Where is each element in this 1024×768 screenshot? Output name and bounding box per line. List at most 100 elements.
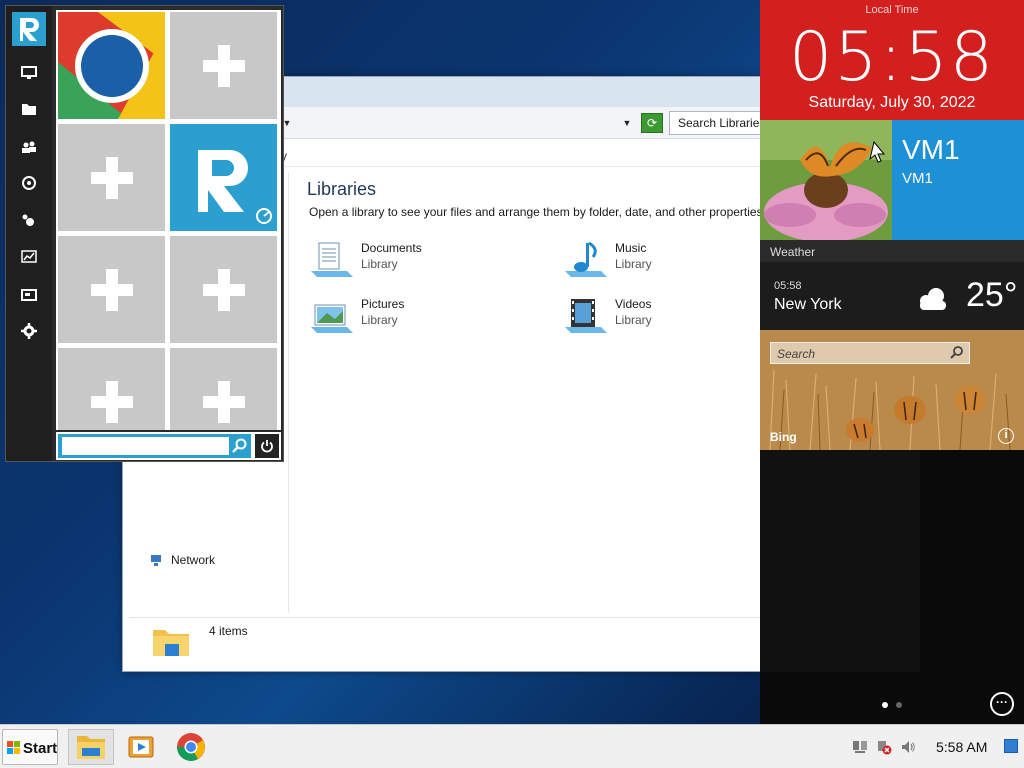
library-type: Library (361, 257, 398, 271)
weather-tile[interactable]: Weather 05:58 New York 25° (760, 240, 1024, 330)
clock-label: Local Time (865, 4, 919, 16)
app-logo-icon[interactable] (12, 12, 46, 46)
page-subtitle: Open a library to see your files and arr… (309, 205, 766, 219)
start-search-box (58, 434, 251, 458)
status-bar: 4 items (129, 617, 761, 665)
add-tile[interactable] (58, 236, 165, 343)
file-explorer-icon (77, 736, 105, 759)
weather-label: Weather (770, 245, 816, 259)
add-tile[interactable] (170, 12, 277, 119)
weather-temperature: 25° (966, 276, 1018, 314)
bing-search-placeholder: Search (777, 347, 816, 361)
performance-chart-icon[interactable] (19, 248, 39, 266)
show-desktop-button[interactable] (1004, 739, 1018, 753)
explorer-search-input[interactable]: Search Libraries (669, 111, 769, 135)
clock-time: 05:58 (789, 18, 995, 97)
bing-label: Bing (770, 430, 797, 444)
library-type: Library (615, 257, 652, 271)
settings-gear-icon[interactable] (19, 212, 39, 230)
users-icon[interactable] (19, 138, 39, 156)
chrome-icon (177, 733, 205, 761)
vm-tile[interactable]: VM1 VM1 (892, 120, 1024, 240)
system-tray: 5:58 AM (846, 725, 1024, 768)
library-music[interactable]: Music Library (563, 237, 783, 281)
clock-date: Saturday, July 30, 2022 (808, 94, 976, 111)
add-tile[interactable] (170, 236, 277, 343)
search-icon[interactable] (949, 345, 965, 361)
plus-icon (202, 268, 245, 311)
start-label: Start (23, 740, 58, 757)
libraries-folder-icon (153, 630, 189, 656)
chrome-tile[interactable] (58, 12, 165, 119)
page-dot-active[interactable] (882, 702, 888, 708)
start-menu (5, 5, 284, 462)
network-status-icon[interactable] (852, 739, 868, 755)
more-options-button[interactable]: ··· (990, 692, 1014, 716)
power-icon (261, 440, 273, 453)
vm-subtitle: VM1 (902, 170, 933, 187)
refresh-button[interactable]: ⟳ (641, 113, 663, 133)
settings-icon[interactable] (19, 322, 39, 340)
vm-title: VM1 (902, 134, 960, 165)
bing-search-input[interactable]: Search (770, 342, 970, 364)
bing-search-tile[interactable]: Search Bing i (760, 330, 1024, 450)
volume-icon[interactable] (900, 739, 916, 755)
taskbar-file-explorer[interactable] (68, 729, 114, 765)
add-tile[interactable] (58, 348, 165, 430)
library-type: Library (361, 313, 398, 327)
start-menu-tiles (56, 10, 281, 430)
app-logo-icon (198, 150, 272, 224)
app-tile[interactable] (170, 124, 277, 231)
windows-flag-icon (7, 741, 20, 754)
library-videos[interactable]: Videos Library (563, 293, 783, 337)
power-button[interactable] (255, 434, 279, 458)
page-dot[interactable] (896, 702, 902, 708)
weather-time: 05:58 (774, 280, 802, 292)
clock-tile[interactable]: Local Time 05:58 Saturday, July 30, 2022 (760, 0, 1024, 120)
plus-icon (90, 156, 133, 199)
butterfly-flower-image (760, 120, 892, 240)
page-title: Libraries (307, 179, 377, 199)
taskbar-clock[interactable]: 5:58 AM (936, 739, 987, 755)
network-error-icon[interactable] (876, 739, 892, 755)
history-dropdown-icon[interactable]: ▼ (619, 113, 635, 133)
plus-icon (202, 44, 245, 87)
pictures-library-icon (311, 304, 353, 333)
library-name: Pictures (361, 297, 405, 311)
plus-icon (90, 380, 133, 423)
plus-icon (90, 268, 133, 311)
weather-city: New York (774, 296, 842, 313)
library-documents[interactable]: Documents Library (309, 237, 529, 281)
library-name: Music (615, 241, 647, 255)
library-pictures[interactable]: Pictures Library (309, 293, 529, 337)
start-button[interactable]: Start (2, 729, 58, 765)
empty-tile (760, 450, 920, 672)
info-icon[interactable]: i (998, 428, 1014, 444)
page-indicator (880, 700, 910, 710)
search-icon[interactable] (231, 437, 249, 455)
plus-icon (202, 380, 245, 423)
taskbar-media-player[interactable] (118, 729, 164, 765)
start-menu-rail (6, 6, 52, 461)
nav-item-network[interactable]: Network (171, 553, 215, 567)
library-type: Library (615, 313, 652, 327)
taskbar-chrome[interactable] (168, 729, 214, 765)
library-name: Videos (615, 297, 652, 311)
item-count: 4 items (209, 624, 248, 638)
cloud-icon (920, 288, 946, 310)
taskbar: Start 5:58 AM (0, 724, 1024, 768)
library-name: Documents (361, 241, 422, 255)
add-tile[interactable] (58, 124, 165, 231)
videos-library-icon (565, 299, 607, 333)
music-library-icon (565, 241, 607, 277)
vm-photo-tile[interactable] (760, 120, 892, 240)
widget-panel: Local Time 05:58 Saturday, July 30, 2022… (760, 0, 1024, 724)
display-icon[interactable] (19, 286, 39, 304)
folder-icon[interactable] (19, 100, 39, 118)
network-icon[interactable] (19, 174, 39, 192)
network-icon (151, 555, 161, 566)
computer-icon[interactable] (19, 64, 39, 82)
media-player-icon (128, 736, 154, 758)
add-tile[interactable] (170, 348, 277, 430)
start-search-input[interactable] (62, 437, 229, 455)
